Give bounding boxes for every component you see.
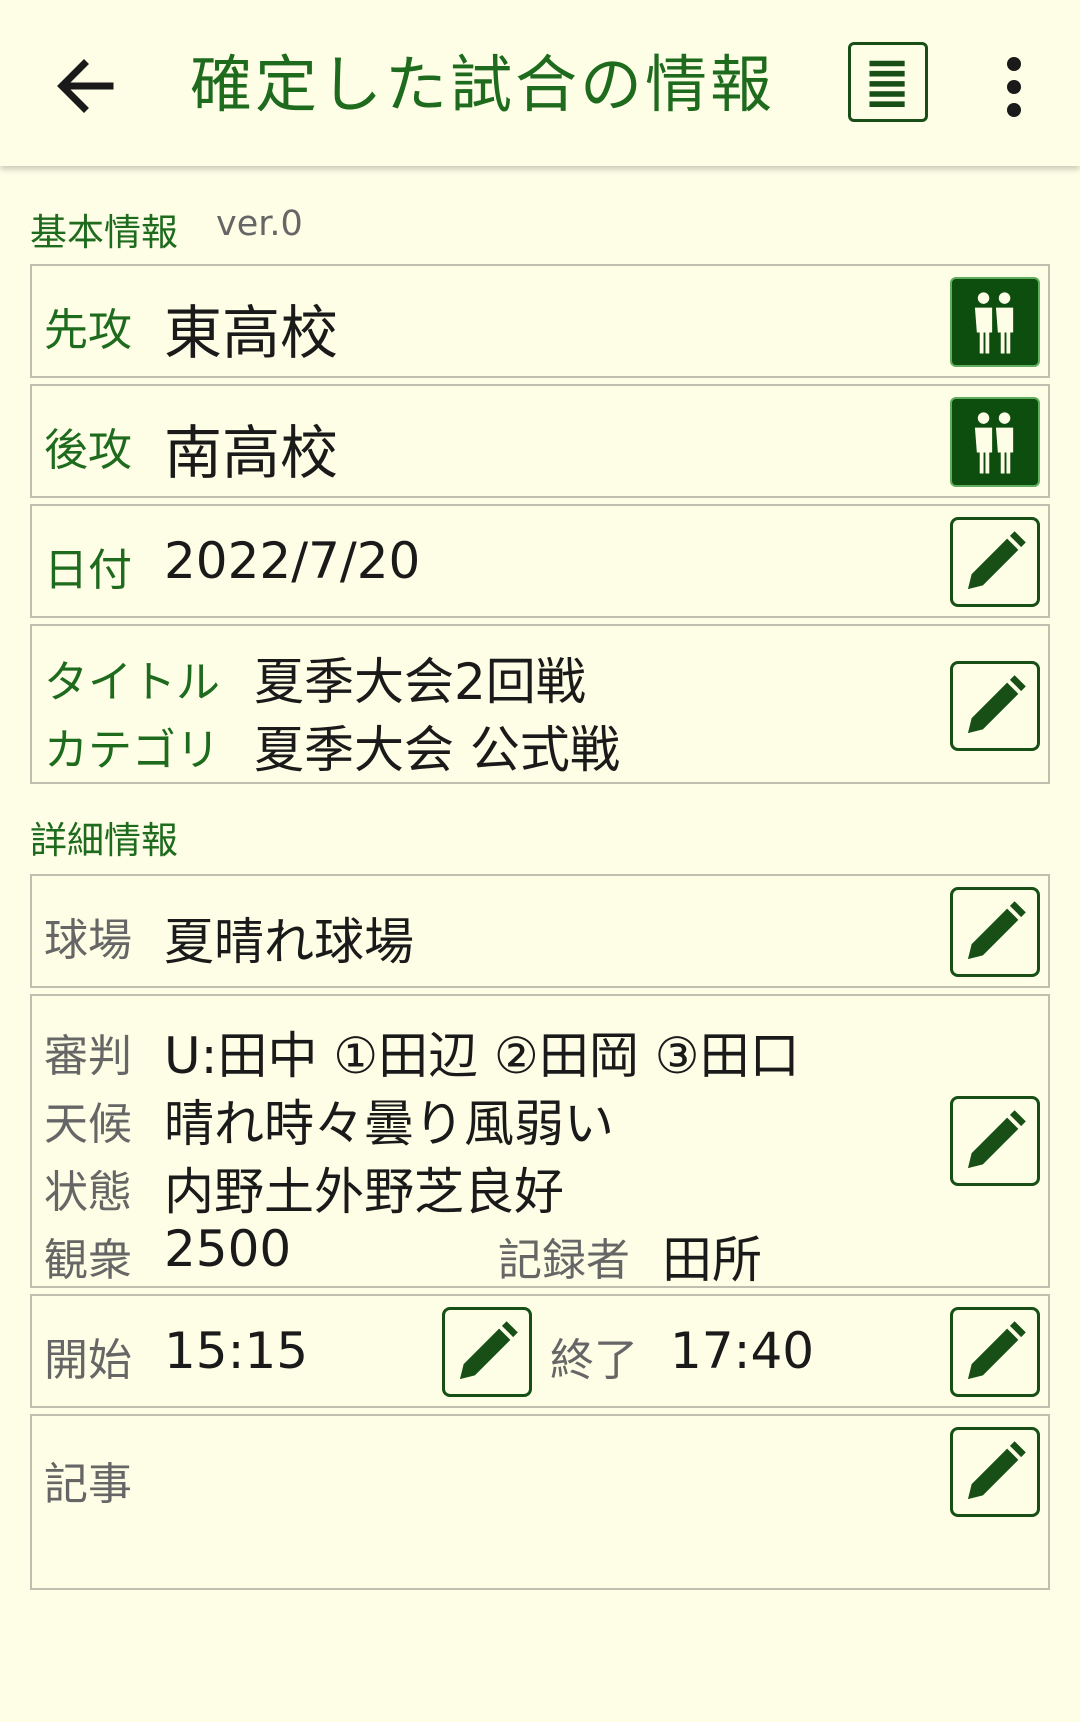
pencil-icon bbox=[967, 901, 1026, 960]
pencil-icon bbox=[967, 531, 1026, 590]
umpire-label: 審判 bbox=[44, 1031, 132, 1082]
version-label: ver.0 bbox=[216, 204, 303, 244]
stadium-value: 夏晴れ球場 bbox=[164, 913, 414, 971]
recorder-value: 田所 bbox=[662, 1231, 762, 1289]
second-attack-label: 後攻 bbox=[44, 425, 132, 476]
title-category-row: タイトル 夏季大会2回戦 カテゴリ 夏季大会 公式戦 bbox=[30, 624, 1050, 784]
title-label: タイトル bbox=[44, 657, 220, 708]
start-label: 開始 bbox=[44, 1335, 132, 1386]
list-button[interactable] bbox=[848, 42, 928, 122]
first-attack-row: 先攻 東高校 bbox=[30, 264, 1050, 378]
date-value: 2022/7/20 bbox=[164, 532, 421, 590]
more-options-button[interactable] bbox=[994, 52, 1034, 122]
detail-info-label: 詳細情報 bbox=[30, 819, 178, 862]
article-row: 記事 bbox=[30, 1414, 1050, 1590]
edit-date-button[interactable] bbox=[950, 517, 1040, 607]
first-attack-players-button[interactable] bbox=[950, 277, 1040, 367]
edit-details-button[interactable] bbox=[950, 1096, 1040, 1186]
date-row: 日付 2022/7/20 bbox=[30, 504, 1050, 618]
edit-title-button[interactable] bbox=[950, 661, 1040, 751]
second-attack-row: 後攻 南高校 bbox=[30, 384, 1050, 498]
second-attack-team: 南高校 bbox=[164, 419, 339, 487]
condition-label: 状態 bbox=[44, 1167, 132, 1218]
page-title: 確定した試合の情報 bbox=[190, 48, 776, 121]
condition-value: 内野土外野芝良好 bbox=[164, 1163, 564, 1221]
end-label: 終了 bbox=[550, 1335, 638, 1386]
edit-start-button[interactable] bbox=[442, 1307, 532, 1397]
first-attack-label: 先攻 bbox=[44, 305, 132, 356]
list-icon bbox=[869, 60, 905, 107]
end-value: 17:40 bbox=[670, 1322, 815, 1380]
back-button[interactable] bbox=[48, 48, 124, 124]
game-details-row: 審判 U:田中 ①田辺 ②田岡 ③田口 天候 晴れ時々曇り風弱い 状態 内野土外… bbox=[30, 994, 1050, 1289]
basic-info-label: 基本情報 bbox=[30, 211, 178, 254]
weather-label: 天候 bbox=[44, 1099, 132, 1150]
pencil-icon bbox=[459, 1321, 518, 1380]
date-label: 日付 bbox=[44, 545, 132, 596]
stadium-label: 球場 bbox=[44, 915, 132, 966]
app-bar: 確定した試合の情報 bbox=[0, 0, 1080, 166]
umpire-value: U:田中 ①田辺 ②田岡 ③田口 bbox=[164, 1027, 800, 1085]
edit-end-button[interactable] bbox=[950, 1307, 1040, 1397]
title-value: 夏季大会2回戦 bbox=[254, 653, 586, 711]
players-icon bbox=[974, 292, 1014, 354]
start-value: 15:15 bbox=[164, 1322, 309, 1380]
category-value: 夏季大会 公式戦 bbox=[254, 721, 620, 779]
audience-value: 2500 bbox=[164, 1220, 292, 1278]
article-label: 記事 bbox=[44, 1459, 132, 1510]
edit-stadium-button[interactable] bbox=[950, 887, 1040, 977]
arrow-left-icon bbox=[57, 59, 114, 113]
stadium-row: 球場 夏晴れ球場 bbox=[30, 874, 1050, 988]
pencil-icon bbox=[967, 675, 1026, 734]
recorder-label: 記録者 bbox=[498, 1235, 630, 1286]
pencil-icon bbox=[967, 1441, 1026, 1500]
players-icon bbox=[974, 412, 1014, 474]
pencil-icon bbox=[967, 1110, 1026, 1169]
time-row: 開始 15:15 終了 17:40 bbox=[30, 1294, 1050, 1408]
pencil-icon bbox=[967, 1321, 1026, 1380]
audience-label: 観衆 bbox=[44, 1235, 132, 1286]
second-attack-players-button[interactable] bbox=[950, 397, 1040, 487]
first-attack-team: 東高校 bbox=[164, 299, 339, 367]
edit-article-button[interactable] bbox=[950, 1427, 1040, 1517]
category-label: カテゴリ bbox=[44, 725, 220, 776]
weather-value: 晴れ時々曇り風弱い bbox=[164, 1095, 614, 1153]
more-vert-icon bbox=[1007, 57, 1021, 117]
